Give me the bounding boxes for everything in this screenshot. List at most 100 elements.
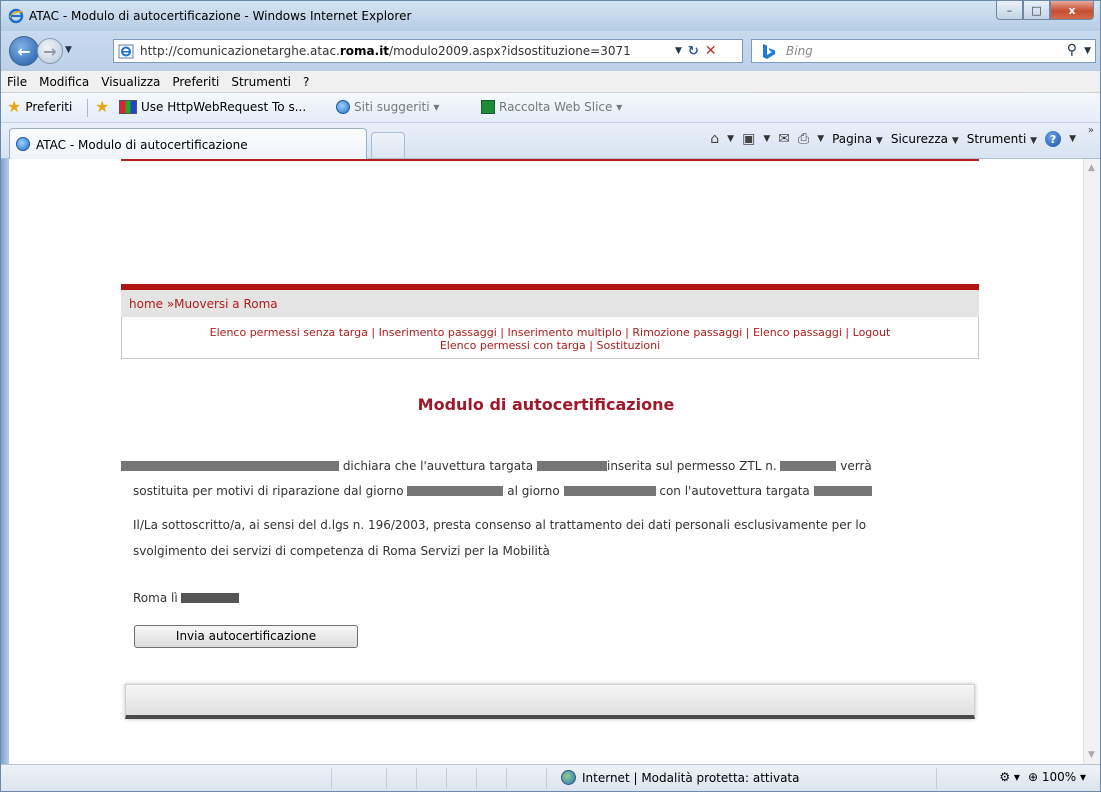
feeds-icon[interactable]: ▣ (742, 131, 755, 147)
zoom-icon: ⊕ (1027, 770, 1039, 784)
url-path: /modulo2009.aspx?idsostituzione=3071 (389, 44, 631, 58)
fav-link-httpwebrequest[interactable]: Use HttpWebRequest To s... (119, 100, 306, 114)
status-divider (476, 768, 477, 789)
sicurezza-menu[interactable]: Sicurezza ▼ (891, 132, 959, 146)
fav-link-siti-suggeriti[interactable]: Siti suggeriti ▾ (336, 100, 439, 114)
favorites-button[interactable]: ★ Preferiti (7, 97, 73, 116)
menu-link-elenco-permessi-con-targa[interactable]: Elenco permessi con targa (440, 339, 586, 352)
place-date: Roma lì (133, 591, 240, 605)
home-dropdown-icon[interactable]: ▼ (727, 134, 734, 144)
top-rule (121, 159, 979, 161)
favorites-star-icon: ★ (7, 97, 22, 116)
scroll-down-icon[interactable]: ▼ (1088, 750, 1095, 760)
maximize-button[interactable]: □ (1023, 1, 1050, 20)
fav-link-web-slice[interactable]: Raccolta Web Slice ▾ (481, 100, 622, 114)
history-dropdown-icon[interactable]: ▼ (65, 45, 72, 55)
menu-link-elenco-permessi-senza-targa[interactable]: Elenco permessi senza targa (210, 326, 368, 339)
title-bar: ATAC - Modulo di autocertificazione - Wi… (1, 1, 1100, 31)
menu-modifica[interactable]: Modifica (39, 75, 89, 89)
address-dropdown-icon[interactable]: ▼ (675, 46, 682, 56)
security-zone[interactable]: Internet | Modalità protetta: attivata (561, 770, 799, 785)
breadcrumb[interactable]: home »Muoversi a Roma (129, 297, 278, 311)
favorites-label: Preferiti (25, 100, 73, 114)
search-options-icon[interactable]: ▼ (1084, 46, 1091, 56)
window-left-border (1, 159, 9, 764)
address-bar[interactable]: http://comunicazionetarghe.atac.roma.it/… (113, 39, 743, 63)
zoom-control[interactable]: ⊕ 100% ▾ (1028, 770, 1086, 784)
menu-help[interactable]: ? (303, 75, 309, 89)
consent-line-1: Il/La sottoscritto/a, ai sensi del d.lgs… (133, 518, 867, 532)
fav-link-label: Siti suggeriti ▾ (354, 100, 440, 114)
redacted-replacement-plate (813, 486, 872, 496)
ie-page-icon (118, 44, 134, 59)
window-title: ATAC - Modulo di autocertificazione - Wi… (29, 9, 412, 23)
add-to-favorites-button[interactable]: ★ (95, 99, 109, 115)
menu-link-sostituzioni[interactable]: Sostituzioni (596, 339, 660, 352)
menu-link-inserimento-passaggi[interactable]: Inserimento passaggi (379, 326, 497, 339)
declaration-text: con l'autovettura targata (655, 484, 814, 498)
help-icon[interactable]: ? (1045, 131, 1062, 147)
search-box[interactable]: Bing ⚲ ▼ (751, 39, 1096, 63)
menu-file[interactable]: File (7, 75, 27, 89)
refresh-icon[interactable]: ↻ (688, 44, 699, 59)
declaration-text: dichiara che l'auvettura targata (339, 459, 537, 473)
menu-link-rimozione-passaggi[interactable]: Rimozione passaggi (632, 326, 742, 339)
pagina-menu[interactable]: Pagina ▼ (832, 132, 883, 146)
menu-link-inserimento-multiplo[interactable]: Inserimento multiplo (508, 326, 622, 339)
page-footer (125, 684, 975, 719)
pagina-label: Pagina (832, 132, 873, 146)
toolbar-overflow-icon[interactable]: » (1088, 125, 1094, 136)
chevron-down-icon: ▼ (951, 136, 959, 146)
menu-preferiti[interactable]: Preferiti (172, 75, 219, 89)
back-button[interactable]: ← (9, 36, 39, 66)
submit-autocertificazione-button[interactable]: Invia autocertificazione (134, 625, 358, 648)
fav-link-label: Use HttpWebRequest To s... (141, 100, 307, 114)
consent-line-2: svolgimento dei servizi di competenza di… (133, 544, 550, 558)
new-tab-button[interactable] (371, 132, 405, 158)
address-url[interactable]: http://comunicazionetarghe.atac.roma.it/… (140, 44, 631, 58)
forward-button[interactable]: → (37, 38, 63, 64)
menu-link-logout[interactable]: Logout (853, 326, 891, 339)
help-dropdown-icon[interactable]: ▼ (1069, 134, 1076, 144)
stop-icon[interactable]: ✕ (705, 43, 717, 59)
home-icon[interactable]: ⌂ (710, 131, 719, 147)
status-divider (446, 768, 447, 789)
search-icon[interactable]: ⚲ (1067, 42, 1077, 58)
declaration-text: inserita sul permesso ZTL n. (606, 459, 781, 473)
sicurezza-label: Sicurezza (890, 132, 948, 146)
menu-separator: | (841, 326, 853, 339)
menu-separator: | (367, 326, 379, 339)
chevron-down-icon: ▼ (875, 136, 883, 146)
declaration-text: verrà (836, 459, 872, 473)
close-button[interactable]: x (1050, 1, 1094, 20)
scroll-up-icon[interactable]: ▲ (1088, 163, 1095, 173)
tab-active[interactable]: ATAC - Modulo di autocertificazione (9, 128, 367, 159)
menu-visualizza[interactable]: Visualizza (101, 75, 160, 89)
favorites-bar: ★ Preferiti ★ Use HttpWebRequest To s...… (1, 93, 1100, 123)
menu-link-elenco-passaggi[interactable]: Elenco passaggi (753, 326, 842, 339)
vertical-scrollbar[interactable]: ▲ ▼ (1083, 159, 1100, 764)
fav-link-label: Raccolta Web Slice ▾ (499, 100, 623, 114)
status-right: ⚙ ▾ ⊕ 100% ▾ (999, 770, 1086, 784)
bing-logo-icon (763, 44, 775, 59)
redacted-name (121, 461, 339, 471)
strumenti-menu[interactable]: Strumenti ▼ (967, 132, 1037, 146)
favbar-separator (87, 99, 88, 117)
ie-icon (336, 100, 350, 114)
print-icon[interactable]: ⎙ (798, 131, 809, 147)
redacted-start-date (407, 486, 504, 496)
globe-icon (561, 770, 576, 785)
protected-mode-icon[interactable]: ⚙ ▾ (999, 770, 1020, 784)
minimize-button[interactable]: – (996, 1, 1023, 20)
mail-icon[interactable]: ✉ (778, 131, 790, 147)
breadcrumb-bar: home »Muoversi a Roma (121, 290, 979, 317)
feeds-dropdown-icon[interactable]: ▼ (763, 134, 770, 144)
print-dropdown-icon[interactable]: ▼ (817, 134, 824, 144)
security-zone-label: Internet | Modalità protetta: attivata (582, 770, 800, 785)
declaration-line-2: sostituita per motivi di riparazione dal… (133, 484, 872, 498)
declaration-line-1: dichiara che l'auvettura targata inserit… (121, 459, 872, 473)
zoom-level: 100% (1041, 770, 1077, 784)
redacted-date (181, 593, 240, 603)
declaration-text: sostituita per motivi di riparazione dal… (133, 484, 408, 498)
menu-strumenti[interactable]: Strumenti (231, 75, 291, 89)
